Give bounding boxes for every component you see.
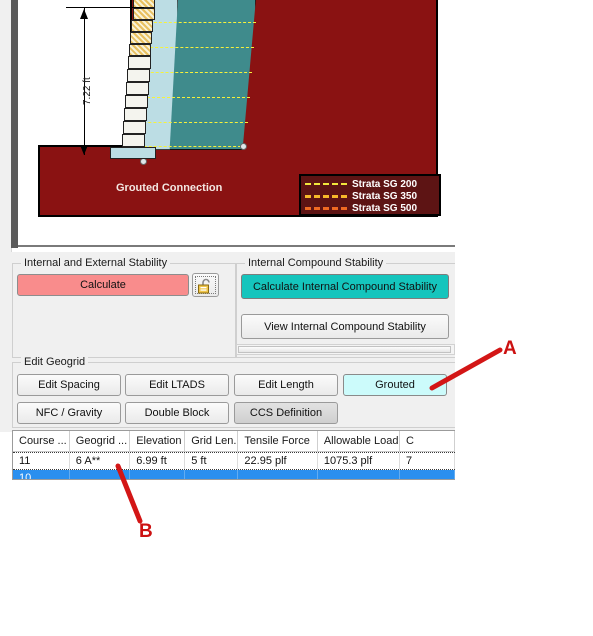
cell-tensile-force[interactable]: 22.95 plf — [238, 453, 318, 469]
cell-geogrid[interactable] — [70, 470, 131, 479]
cell-elevation[interactable]: 6.99 ft — [130, 453, 186, 469]
table-row-selected[interactable]: 10 — [13, 470, 455, 479]
left-dark-strip — [11, 0, 18, 248]
geogrid-layer — [144, 22, 256, 23]
facing-block — [126, 82, 149, 95]
leveling-pad — [110, 147, 156, 159]
geogrid-layer — [128, 122, 248, 123]
unlocked-padlock-icon — [198, 278, 210, 294]
cell-geogrid[interactable]: 6 A** — [70, 453, 131, 469]
column-header-tensile-force[interactable]: Tensile Force — [238, 431, 318, 451]
node-marker — [240, 143, 247, 150]
cell-course[interactable]: 11 — [13, 453, 70, 469]
application-window: 7.22 ft Grouted Connection Strata SG 200… — [0, 0, 593, 636]
double-block-button[interactable]: Double Block — [125, 402, 229, 424]
wall-section-diagram[interactable]: 7.22 ft Grouted Connection Strata SG 200… — [18, 0, 455, 247]
geogrid-table[interactable]: Course ... Geogrid ... Elevation Grid Le… — [12, 430, 455, 480]
edit-length-button[interactable]: Edit Length — [234, 374, 338, 396]
dimension-label: 7.22 ft — [82, 77, 93, 105]
legend-swatch-sg200 — [305, 183, 347, 185]
geogrid-legend: Strata SG 200 Strata SG 350 Strata SG 50… — [299, 174, 441, 216]
calculate-internal-compound-stability-button[interactable]: Calculate Internal Compound Stability — [241, 274, 449, 299]
legend-swatch-sg350 — [305, 194, 347, 198]
grouted-button[interactable]: Grouted — [343, 374, 447, 396]
cell-grid-length[interactable]: 5 ft — [185, 453, 239, 469]
column-header-geogrid[interactable]: Geogrid ... — [70, 431, 131, 451]
foundation-notch — [38, 0, 132, 147]
facing-block — [122, 134, 145, 147]
compound-horizontal-scrollbar[interactable] — [236, 344, 455, 355]
column-header-allowable-load[interactable]: Allowable Load — [318, 431, 400, 451]
column-header-elevation[interactable]: Elevation — [130, 431, 186, 451]
edit-geogrid-title: Edit Geogrid — [21, 356, 89, 368]
annotation-letter-a: A — [503, 338, 517, 359]
cell-elevation[interactable] — [130, 470, 186, 479]
internal-compound-stability-title: Internal Compound Stability — [245, 257, 387, 269]
column-header-course[interactable]: Course ... — [13, 431, 70, 451]
page-background-right — [455, 0, 593, 636]
annotation-letter-b: B — [139, 521, 153, 542]
calculate-button[interactable]: Calculate — [17, 274, 189, 296]
edit-spacing-button[interactable]: Edit Spacing — [17, 374, 121, 396]
legend-item: Strata SG 500 — [305, 202, 435, 214]
facing-block — [127, 69, 150, 82]
cell-connection[interactable]: 7 — [400, 453, 455, 469]
column-header-connection[interactable]: C — [400, 431, 455, 451]
table-row[interactable]: 11 6 A** 6.99 ft 5 ft 22.95 plf 1075.3 p… — [13, 452, 455, 470]
facing-block — [128, 56, 151, 69]
geogrid-layer — [136, 72, 252, 73]
cell-tensile-force[interactable] — [238, 470, 318, 479]
legend-swatch-sg500 — [305, 206, 347, 210]
unlocked-padlock-button[interactable] — [192, 273, 219, 297]
dimension-top-tick — [66, 7, 144, 8]
facing-block — [125, 95, 148, 108]
geogrid-layer — [132, 97, 250, 98]
controls-area: Internal and External Stability Calculat… — [0, 252, 457, 432]
facing-block — [131, 20, 153, 32]
nfc-gravity-button[interactable]: NFC / Gravity — [17, 402, 121, 424]
cell-connection[interactable] — [400, 470, 455, 479]
facing-block — [133, 8, 155, 20]
legend-item: Strata SG 200 — [305, 178, 435, 190]
facing-block — [129, 44, 151, 56]
ccs-definition-button[interactable]: CCS Definition — [234, 402, 338, 424]
facing-block — [123, 121, 146, 134]
legend-label: Strata SG 200 — [352, 178, 418, 190]
column-header-grid-length[interactable]: Grid Len... — [185, 431, 239, 451]
legend-label: Strata SG 500 — [352, 202, 418, 214]
cell-grid-length[interactable] — [185, 470, 239, 479]
scrollbar-thumb[interactable] — [238, 346, 451, 353]
internal-external-stability-title: Internal and External Stability — [21, 257, 171, 269]
view-internal-compound-stability-button[interactable]: View Internal Compound Stability — [241, 314, 449, 339]
cell-allowable-load[interactable] — [318, 470, 400, 479]
legend-label: Strata SG 350 — [352, 190, 418, 202]
cell-course[interactable]: 10 — [13, 470, 70, 479]
legend-item: Strata SG 350 — [305, 190, 435, 202]
facing-block — [130, 32, 152, 44]
cell-allowable-load[interactable]: 1075.3 plf — [318, 453, 400, 469]
geogrid-layer — [140, 47, 254, 48]
table-header-row: Course ... Geogrid ... Elevation Grid Le… — [13, 431, 455, 452]
facing-block — [124, 108, 147, 121]
grouted-connection-label: Grouted Connection — [116, 182, 223, 194]
edit-ltads-button[interactable]: Edit LTADS — [125, 374, 229, 396]
node-marker — [140, 158, 147, 165]
